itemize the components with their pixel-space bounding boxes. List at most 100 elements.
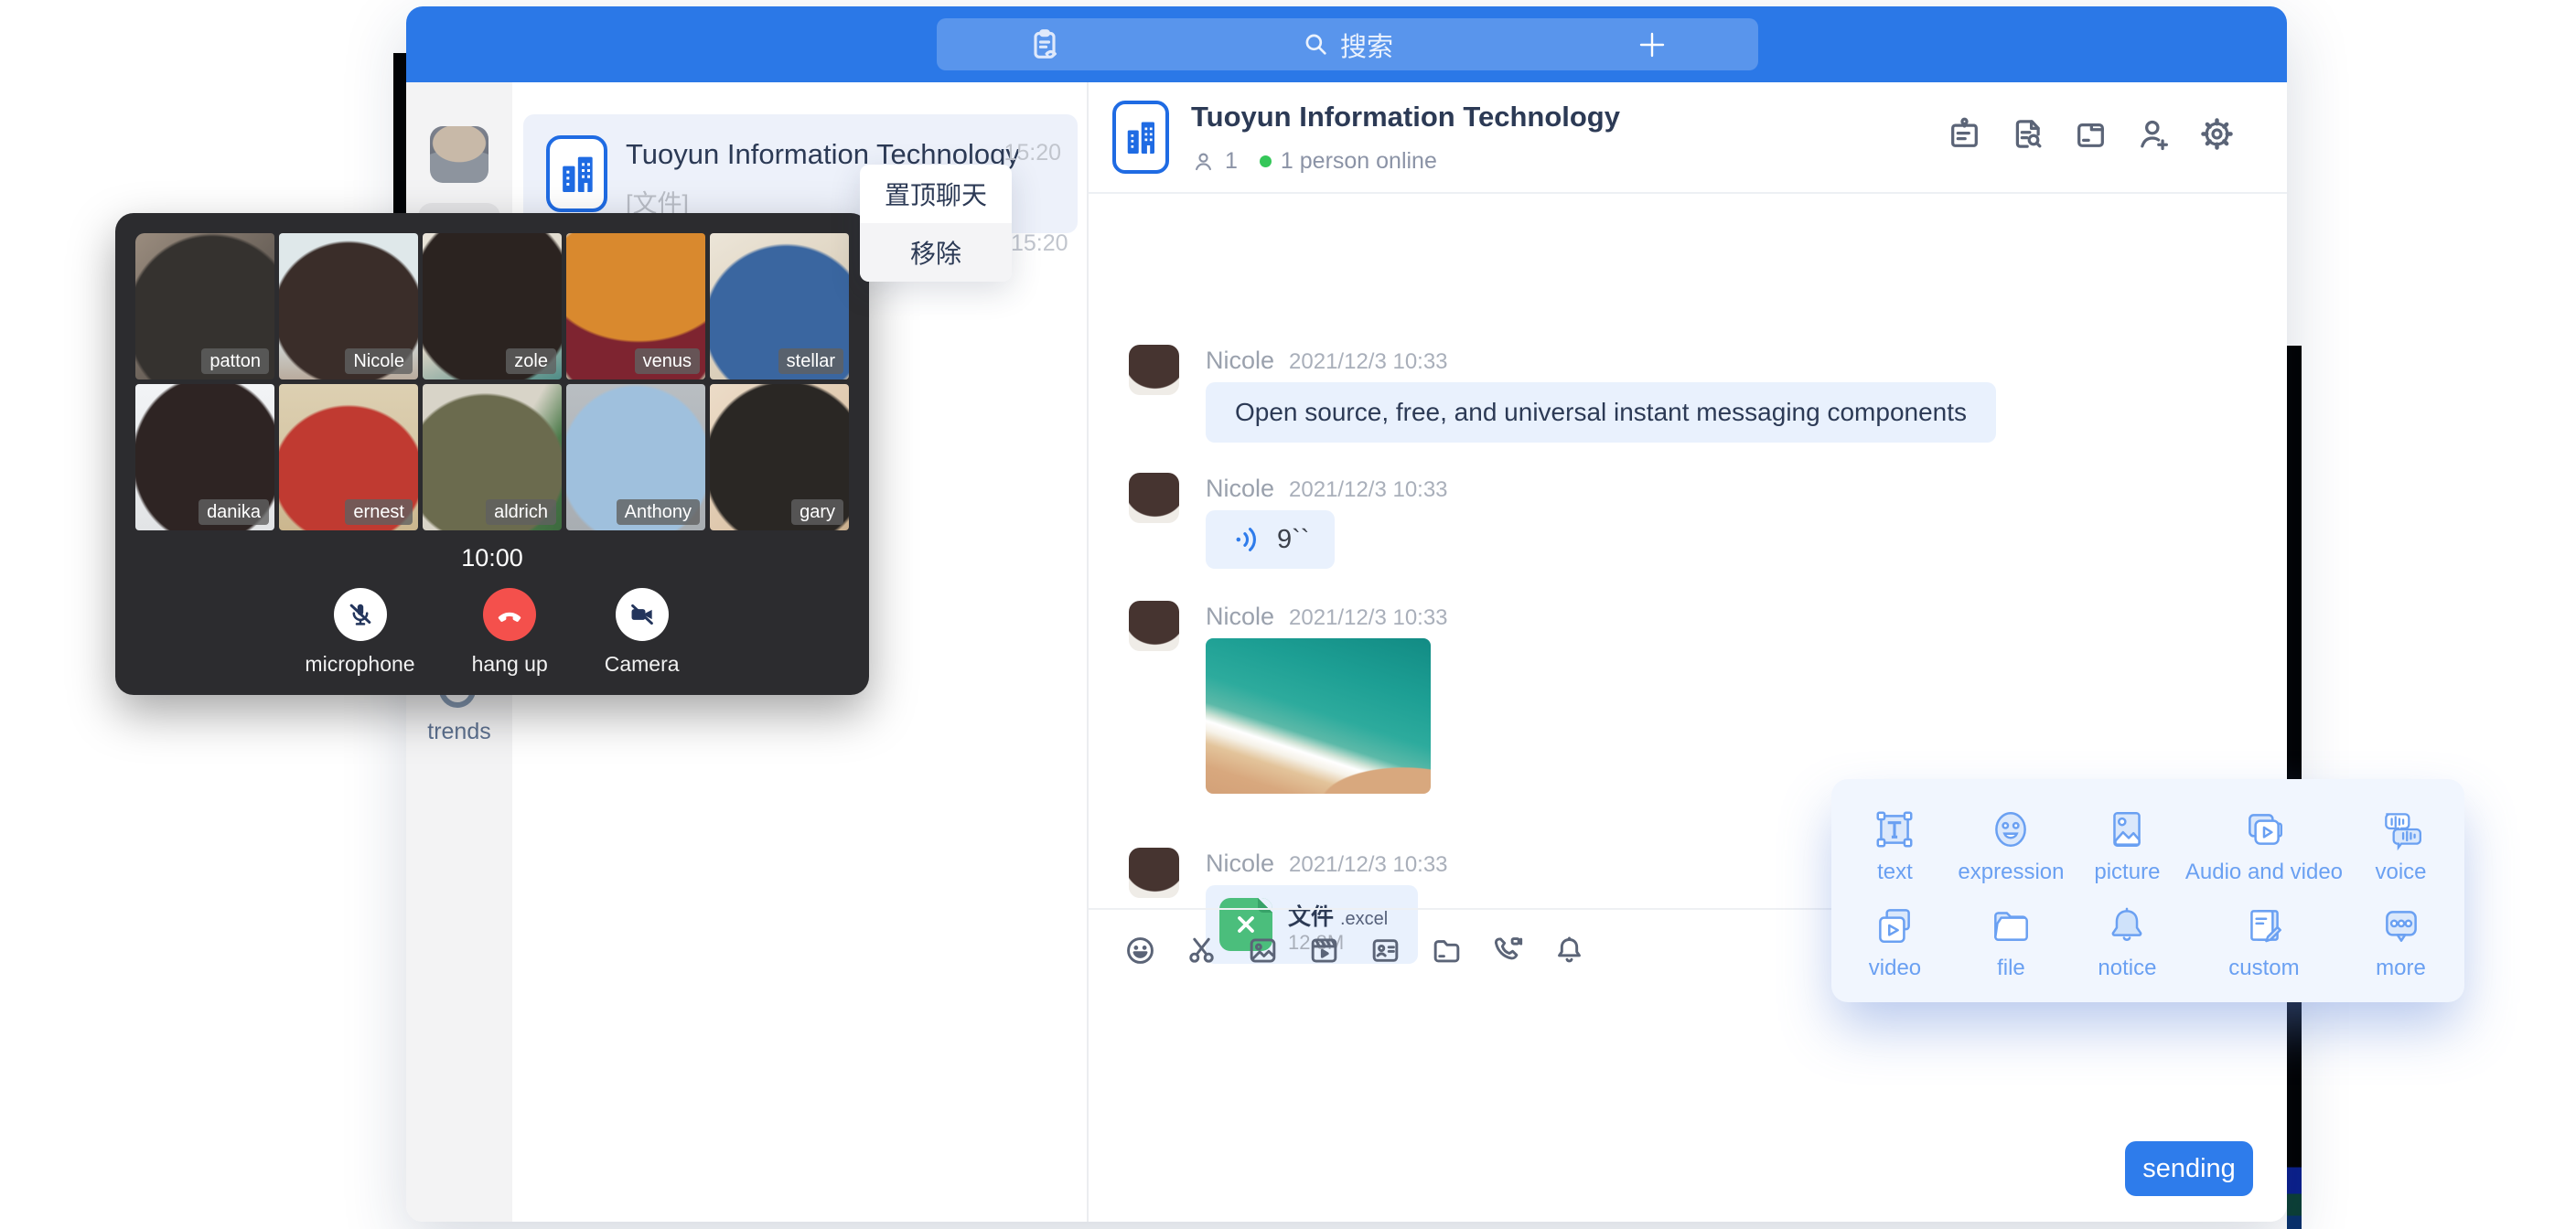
folder-icon[interactable] — [1430, 934, 1464, 967]
menu-item-pin-chat[interactable]: 置顶聊天 — [860, 165, 1012, 223]
text-message-bubble: Open source, free, and universal instant… — [1206, 382, 1996, 443]
attachment-panel: text expression picture Audio and video … — [1831, 779, 2464, 1002]
video-tile[interactable]: danika — [135, 384, 274, 530]
video-tile[interactable]: ernest — [279, 384, 418, 530]
chat-header: Tuoyun Information Technology 1 1 person… — [1089, 82, 2287, 194]
message-timestamp: 2021/12/3 10:33 — [1289, 605, 1448, 631]
message-timestamp: 2021/12/3 10:33 — [1289, 349, 1448, 375]
group-avatar — [546, 135, 607, 212]
sender-avatar[interactable] — [1129, 473, 1179, 523]
hang-up-icon — [495, 600, 524, 629]
search-bar[interactable]: 搜索 — [937, 18, 1758, 70]
user-avatar[interactable] — [430, 126, 488, 183]
id-card-icon[interactable] — [1368, 934, 1402, 967]
call-controls: microphone hang up Camera — [115, 588, 869, 677]
message-timestamp: 2021/12/3 10:33 — [1289, 852, 1448, 878]
video-tile[interactable]: zole — [423, 233, 562, 379]
video-tile[interactable]: aldrich — [423, 384, 562, 530]
online-dot — [1260, 155, 1272, 167]
a-more-icon — [2378, 903, 2424, 948]
cam-off-icon — [628, 600, 657, 629]
a-expression-icon — [1988, 807, 2034, 852]
attach-picture[interactable]: picture — [2069, 797, 2185, 893]
gear-icon[interactable] — [2198, 115, 2236, 153]
cam-off-button[interactable] — [616, 588, 669, 641]
chat-area: Tuoyun Information Technology 1 1 person… — [1089, 82, 2287, 1222]
sender-avatar[interactable] — [1129, 848, 1179, 898]
hang-up-button[interactable] — [483, 588, 536, 641]
user-plus-icon[interactable] — [2135, 115, 2173, 153]
attach-audio-and-video[interactable]: Audio and video — [2185, 797, 2343, 893]
image-icon[interactable] — [1246, 934, 1280, 967]
attach-text[interactable]: text — [1837, 797, 1953, 893]
voice-message-bubble[interactable]: 9`` — [1206, 510, 1335, 569]
attach-notice[interactable]: notice — [2069, 893, 2185, 989]
a-text-icon — [1872, 807, 1917, 852]
video-tile[interactable]: gary — [710, 384, 849, 530]
member-icon — [1191, 149, 1216, 174]
plus-icon[interactable] — [1636, 28, 1669, 61]
top-bar: 搜索 — [406, 6, 2287, 82]
a-custom-icon — [2241, 903, 2287, 948]
chat-subtitle: 1 1 person online — [1191, 148, 1437, 175]
conversation-time-2: 15:20 — [1011, 230, 1068, 257]
participant-name: danika — [199, 499, 269, 525]
sender-name: Nicole — [1206, 603, 1274, 631]
building-icon — [1124, 117, 1157, 157]
search-placeholder: 搜索 — [1340, 26, 1393, 64]
participant-name: aldrich — [486, 499, 556, 525]
call-duration: 10:00 — [115, 544, 869, 572]
sender-avatar[interactable] — [1129, 345, 1179, 395]
video-tile[interactable]: patton — [135, 233, 274, 379]
sender-avatar[interactable] — [1129, 601, 1179, 651]
video-tile[interactable]: stellar — [710, 233, 849, 379]
emoji-icon[interactable] — [1123, 934, 1157, 967]
conversation-time: 15:20 — [1004, 140, 1061, 166]
file-icon[interactable] — [2072, 115, 2109, 153]
voice-wave-icon — [1231, 524, 1262, 555]
attach-video[interactable]: video — [1837, 893, 1953, 989]
participant-name: stellar — [778, 348, 843, 374]
mic-off-icon — [346, 600, 375, 629]
a-av-icon — [2241, 807, 2287, 852]
participant-name: Nicole — [345, 348, 413, 374]
attach-custom[interactable]: custom — [2185, 893, 2343, 989]
clapper-icon[interactable] — [1307, 934, 1341, 967]
scissors-icon[interactable] — [1185, 934, 1218, 967]
image-message[interactable] — [1206, 638, 1431, 794]
phone-video-icon[interactable] — [1491, 934, 1525, 967]
message-timestamp: 2021/12/3 10:33 — [1289, 477, 1448, 503]
trends-label[interactable]: trends — [406, 719, 512, 745]
send-button[interactable]: sending — [2125, 1141, 2253, 1196]
mic-off-button[interactable] — [334, 588, 387, 641]
a-file-icon — [1988, 903, 2034, 948]
a-voice-icon — [2378, 807, 2424, 852]
bell-icon[interactable] — [1552, 934, 1586, 967]
building-icon — [559, 152, 596, 196]
menu-item-remove[interactable]: 移除 — [860, 223, 1012, 282]
online-status: 1 person online — [1281, 148, 1437, 175]
video-tile[interactable]: Anthony — [566, 384, 705, 530]
search-input[interactable]: 搜索 — [1302, 26, 1393, 64]
attach-more[interactable]: more — [2343, 893, 2459, 989]
video-grid: patton Nicole zole venus stellar danika … — [135, 233, 849, 530]
a-video-icon — [1872, 903, 1917, 948]
a-notice-icon — [2104, 903, 2150, 948]
sender-name: Nicole — [1206, 347, 1274, 375]
participant-name: ernest — [345, 499, 413, 525]
chat-title: Tuoyun Information Technology — [1191, 101, 1620, 134]
board-icon[interactable] — [1946, 115, 1983, 153]
header-actions — [1946, 115, 2236, 153]
attach-expression[interactable]: expression — [1953, 797, 2069, 893]
search-icon — [1302, 30, 1331, 59]
video-tile[interactable]: venus — [566, 233, 705, 379]
video-tile[interactable]: Nicole — [279, 233, 418, 379]
attach-voice[interactable]: voice — [2343, 797, 2459, 893]
sender-name: Nicole — [1206, 475, 1274, 503]
participant-name: gary — [791, 499, 843, 525]
context-menu: 置顶聊天 移除 — [860, 165, 1012, 282]
attach-file[interactable]: file — [1953, 893, 2069, 989]
doc-search-icon[interactable] — [2009, 115, 2046, 153]
clipboard-phone-icon[interactable] — [1026, 27, 1063, 63]
group-avatar — [1112, 101, 1169, 174]
